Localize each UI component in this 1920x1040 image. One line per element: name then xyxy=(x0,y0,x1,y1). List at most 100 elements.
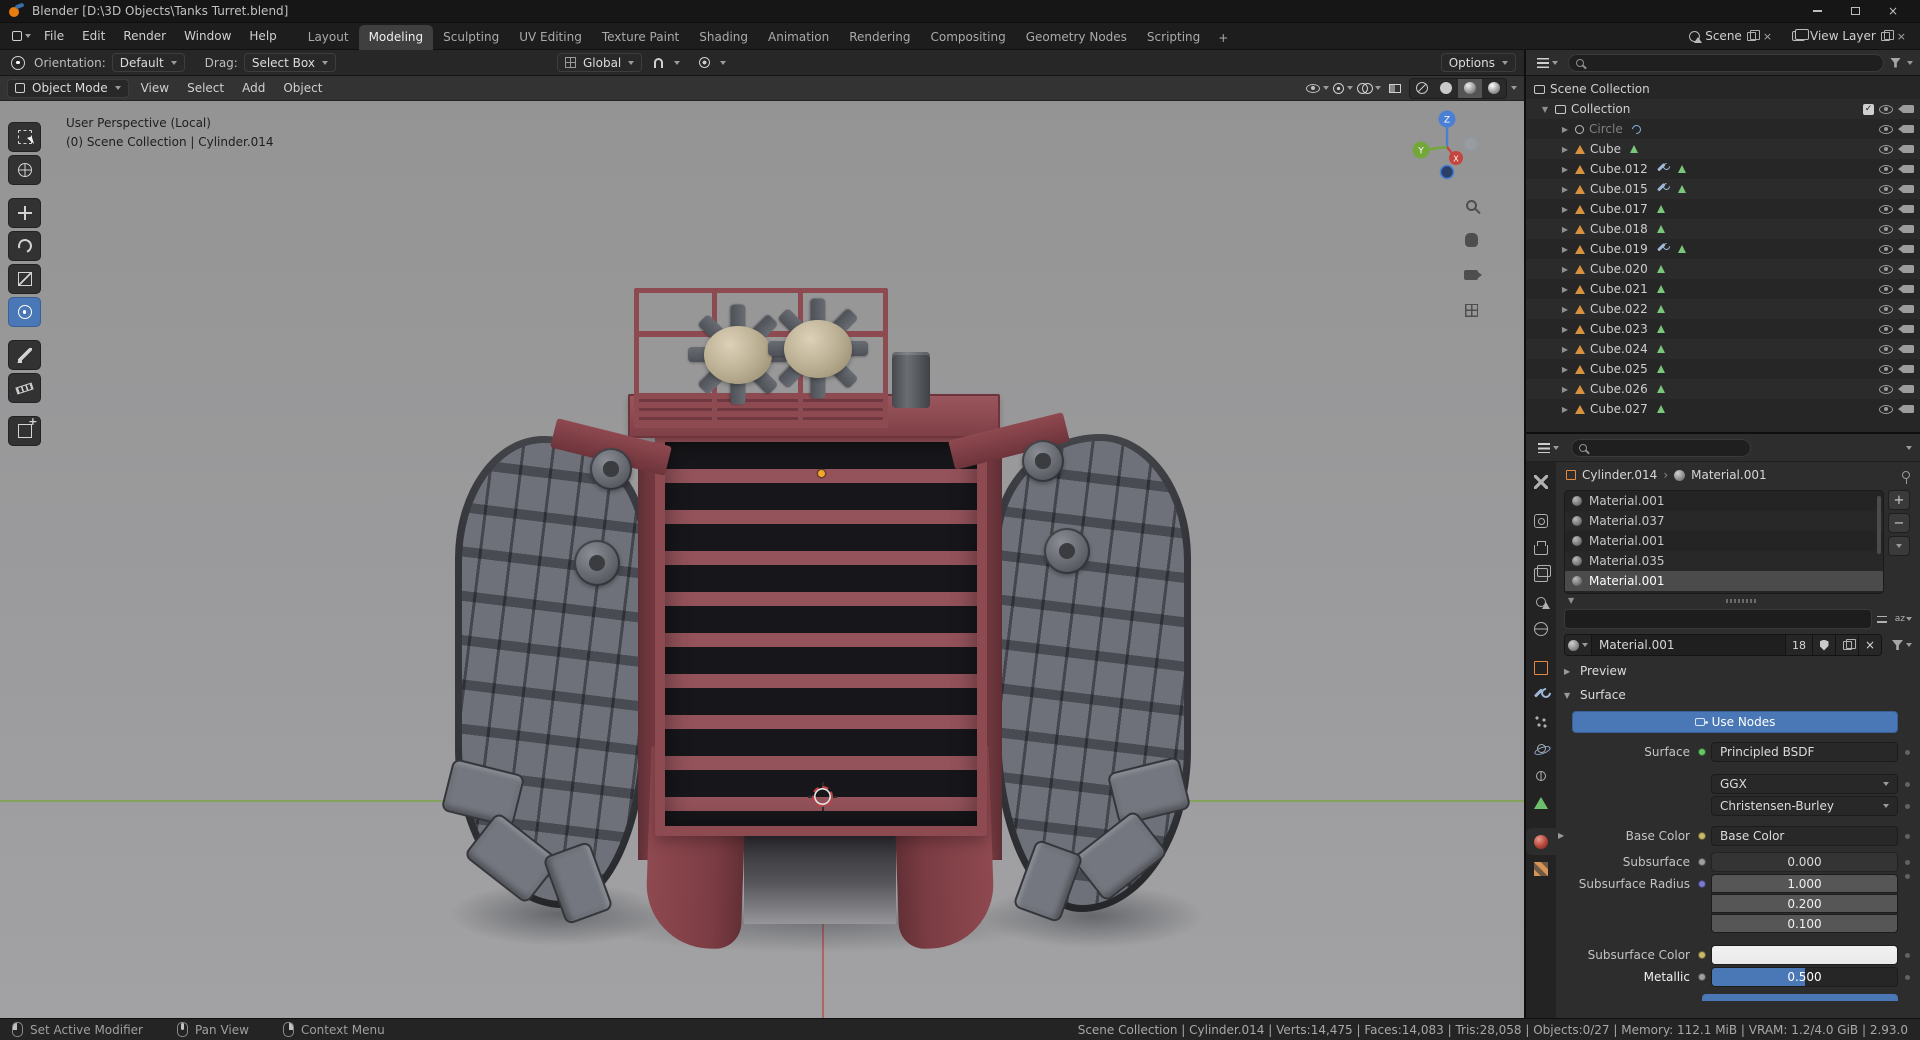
expand-icon[interactable]: ▼ xyxy=(1540,105,1550,114)
material-slot-row[interactable]: Material.001 xyxy=(1565,491,1883,511)
prop-dropdown-ggx[interactable]: GGX xyxy=(1711,774,1898,794)
material-slot-row[interactable]: Material.037 xyxy=(1565,511,1883,531)
maximize-button[interactable] xyxy=(1836,0,1874,22)
tool-select-box-button[interactable] xyxy=(8,122,41,152)
vector-component-field[interactable]: 0.100 xyxy=(1711,914,1898,933)
outliner-row-cube-026[interactable]: ▶ Cube.026 xyxy=(1526,379,1920,399)
material-slot-row[interactable]: Material.035 xyxy=(1565,551,1883,571)
viewport-menu-select[interactable]: Select xyxy=(178,77,233,99)
outliner-row-cube-019[interactable]: ▶ Cube.019 xyxy=(1526,239,1920,259)
outliner-row-cube[interactable]: ▶ Cube xyxy=(1526,139,1920,159)
preview-panel-header[interactable]: ▶ Preview xyxy=(1556,659,1920,683)
prop-dropdown-christensen-burley[interactable]: Christensen-Burley xyxy=(1711,796,1898,816)
eye-icon[interactable] xyxy=(1879,124,1893,134)
camera-icon[interactable] xyxy=(1898,105,1914,113)
viewport-menu-object[interactable]: Object xyxy=(274,77,331,99)
sort-alphabetical-icon[interactable]: az xyxy=(1895,614,1912,624)
tool-transform-button[interactable] xyxy=(8,297,41,327)
xray-toggle-button[interactable] xyxy=(1385,79,1405,98)
viewport-pan-button[interactable] xyxy=(1460,229,1482,251)
expand-icon[interactable]: ▶ xyxy=(1560,145,1570,154)
properties-tab-world[interactable] xyxy=(1526,615,1556,642)
viewport-menu-add[interactable]: Add xyxy=(233,77,274,99)
tool-annotate-button[interactable] xyxy=(8,340,41,370)
new-view-layer-icon[interactable] xyxy=(1880,29,1894,41)
camera-icon[interactable] xyxy=(1898,265,1914,273)
expand-icon[interactable]: ▶ xyxy=(1560,305,1570,314)
workspace-tab-layout[interactable]: Layout xyxy=(298,25,359,50)
snap-options-chevron-icon[interactable] xyxy=(674,60,681,65)
camera-icon[interactable] xyxy=(1898,185,1914,193)
resize-grip[interactable] xyxy=(1726,598,1757,603)
prop-slider-field[interactable]: 0.500 xyxy=(1711,967,1898,987)
prop-number-field[interactable]: 0.000 xyxy=(1711,852,1898,872)
orientation-dropdown[interactable]: Default xyxy=(111,53,185,72)
outliner-search[interactable] xyxy=(1568,53,1884,72)
expand-icon[interactable]: ▶ xyxy=(1560,165,1570,174)
expand-icon[interactable]: ▶ xyxy=(1560,385,1570,394)
camera-icon[interactable] xyxy=(1898,385,1914,393)
properties-tab-modifiers[interactable] xyxy=(1526,681,1556,708)
viewport-3d[interactable]: Object Mode View Select Add Object User Per… xyxy=(0,76,1524,1018)
outliner-row-cube-024[interactable]: ▶ Cube.024 xyxy=(1526,339,1920,359)
expand-icon[interactable]: ▶ xyxy=(1560,225,1570,234)
prop-menu-principled-bsdf[interactable]: Principled BSDF xyxy=(1711,742,1898,762)
expand-icon[interactable]: ▶ xyxy=(1560,325,1570,334)
tool-rotate-button[interactable] xyxy=(8,231,41,261)
outliner-row-cube-025[interactable]: ▶ Cube.025 xyxy=(1526,359,1920,379)
outliner-row-circle[interactable]: ▶ Circle xyxy=(1526,119,1920,139)
outliner-row-cube-015[interactable]: ▶ Cube.015 xyxy=(1526,179,1920,199)
camera-icon[interactable] xyxy=(1898,225,1914,233)
workspace-tab-modeling[interactable]: Modeling xyxy=(358,24,434,50)
camera-icon[interactable] xyxy=(1898,165,1914,173)
tool-add-cube-button[interactable] xyxy=(8,415,41,446)
prop-menu-base-color[interactable]: Base Color xyxy=(1711,826,1898,846)
camera-icon[interactable] xyxy=(1898,285,1914,293)
outliner-row-collection[interactable]: ▼ Collection ✓ xyxy=(1526,99,1920,119)
add-slot-button[interactable]: + xyxy=(1888,490,1910,510)
menu-edit[interactable]: Edit xyxy=(73,25,114,47)
slot-name-input[interactable] xyxy=(1564,609,1872,629)
eye-icon[interactable] xyxy=(1879,364,1893,374)
view-layer-selector[interactable]: View Layer × xyxy=(1788,27,1912,45)
properties-tab-render[interactable] xyxy=(1526,507,1556,534)
properties-tab-object-data[interactable] xyxy=(1526,789,1556,816)
eye-icon[interactable] xyxy=(1879,344,1893,354)
eye-icon[interactable] xyxy=(1879,184,1893,194)
editor-type-icon[interactable] xyxy=(8,31,35,41)
overlays-button[interactable] xyxy=(1357,79,1381,98)
camera-icon[interactable] xyxy=(1898,245,1914,253)
checkbox-icon[interactable]: ✓ xyxy=(1863,103,1874,115)
properties-tab-scene[interactable] xyxy=(1526,588,1556,615)
outliner-row-cube-012[interactable]: ▶ Cube.012 xyxy=(1526,159,1920,179)
outliner-row-cube-023[interactable]: ▶ Cube.023 xyxy=(1526,319,1920,339)
properties-tab-tool[interactable] xyxy=(1526,468,1556,495)
camera-icon[interactable] xyxy=(1898,405,1914,413)
properties-editor-selector[interactable] xyxy=(1534,442,1563,453)
eye-icon[interactable] xyxy=(1879,104,1893,114)
remove-view-layer-icon[interactable]: × xyxy=(1895,30,1908,43)
gizmos-button[interactable] xyxy=(1333,79,1353,98)
eye-icon[interactable] xyxy=(1879,284,1893,294)
close-button[interactable]: × xyxy=(1874,0,1912,22)
expand-icon[interactable]: ▶ xyxy=(1560,205,1570,214)
remove-slot-button[interactable]: − xyxy=(1888,513,1910,533)
unlink-material-button[interactable]: × xyxy=(1858,634,1882,656)
properties-tab-texture[interactable] xyxy=(1526,855,1556,882)
scene-selector[interactable]: Scene × xyxy=(1685,27,1778,45)
camera-icon[interactable] xyxy=(1898,125,1914,133)
new-scene-icon[interactable] xyxy=(1746,29,1760,41)
tool-measure-button[interactable] xyxy=(8,373,41,403)
mode-dropdown[interactable]: Object Mode xyxy=(7,78,129,98)
material-filter[interactable] xyxy=(1892,640,1912,650)
camera-icon[interactable] xyxy=(1898,145,1914,153)
shading-rendered-button[interactable] xyxy=(1482,79,1506,98)
outliner-row-cube-017[interactable]: ▶ Cube.017 xyxy=(1526,199,1920,219)
material-name-field[interactable]: Material.001 xyxy=(1591,634,1786,656)
snap-toggle-button[interactable] xyxy=(648,53,668,72)
camera-icon[interactable] xyxy=(1898,305,1914,313)
shading-solid-button[interactable] xyxy=(1434,79,1458,98)
swap-icon[interactable] xyxy=(1876,615,1890,624)
menu-render[interactable]: Render xyxy=(114,25,175,47)
properties-tab-constraints[interactable] xyxy=(1526,762,1556,789)
